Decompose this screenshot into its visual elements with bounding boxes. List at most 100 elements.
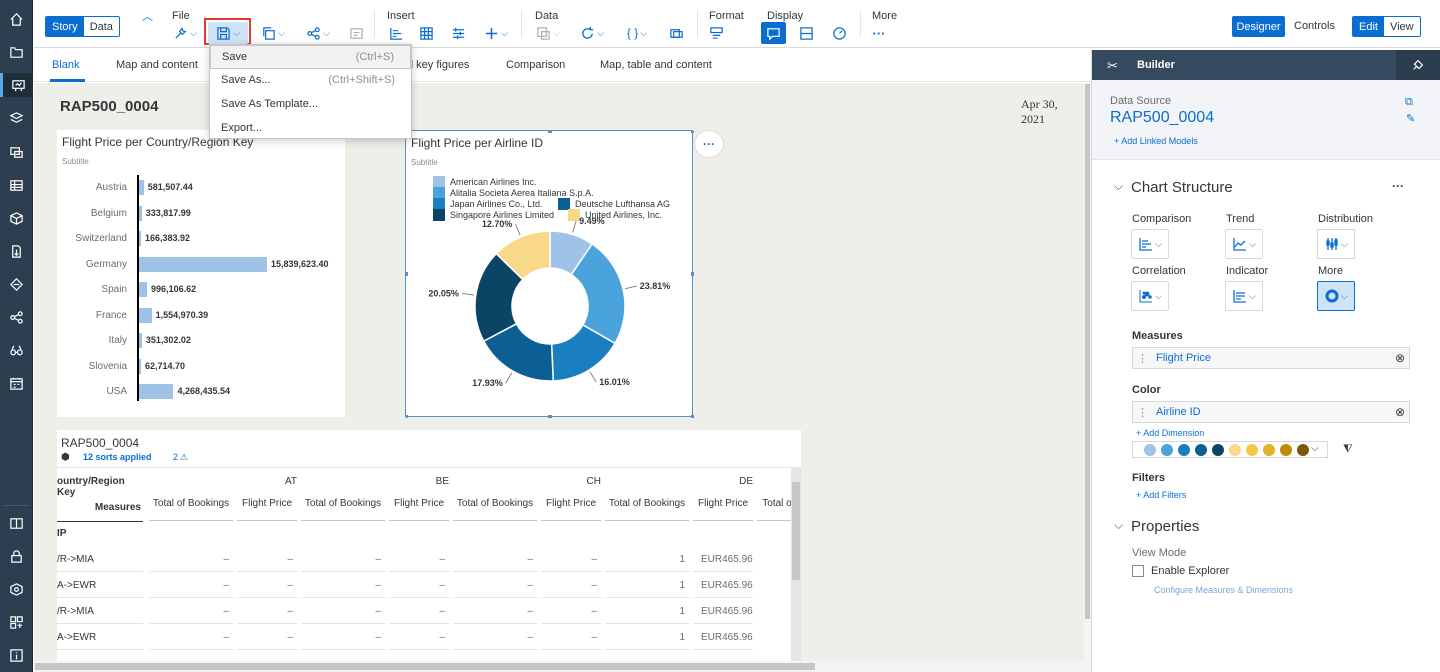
- edit-toggle[interactable]: Edit: [1353, 17, 1384, 36]
- collapse-toolbar-icon[interactable]: ︿: [142, 8, 153, 24]
- warnings-link[interactable]: 2 ⚠: [173, 452, 188, 463]
- table-cell[interactable]: 1: [605, 606, 685, 617]
- distribution-chart-button[interactable]: ⌵: [1317, 229, 1355, 259]
- add-filters-link[interactable]: + Add Filters: [1136, 490, 1186, 500]
- widget-more-icon[interactable]: ···: [694, 130, 724, 158]
- measure-column-header[interactable]: Total of Bookings: [149, 498, 233, 509]
- info-icon[interactable]: [0, 643, 33, 667]
- resize-handle[interactable]: [406, 415, 408, 418]
- drag-handle-icon[interactable]: ⋮: [1137, 352, 1148, 365]
- table-cell[interactable]: –: [149, 580, 229, 591]
- share-button[interactable]: ⌵: [302, 22, 334, 44]
- chevron-down-icon[interactable]: ⌵: [1311, 443, 1319, 454]
- table-cell[interactable]: –: [237, 632, 293, 643]
- bar[interactable]: [139, 282, 148, 297]
- comments-button[interactable]: [761, 22, 786, 44]
- table-cell[interactable]: –: [149, 606, 229, 617]
- performance-button[interactable]: [829, 22, 849, 44]
- more-chart-button[interactable]: ⌵: [1317, 281, 1355, 311]
- learning-icon[interactable]: [0, 511, 33, 535]
- table-cell[interactable]: –: [389, 580, 445, 591]
- table-cell[interactable]: –: [541, 554, 597, 565]
- table-scrollbar-thumb[interactable]: [792, 482, 800, 580]
- publish-button[interactable]: [346, 22, 366, 44]
- bar[interactable]: [139, 358, 141, 374]
- table-cell[interactable]: –: [237, 554, 293, 565]
- canvas-hscroll-thumb[interactable]: [35, 663, 815, 670]
- resize-handle[interactable]: [548, 415, 552, 418]
- measure-token[interactable]: ⋮ Flight Price ⊗: [1132, 347, 1410, 369]
- resize-handle[interactable]: [691, 415, 694, 418]
- measure-column-header[interactable]: Flight Price: [389, 498, 449, 509]
- table-cell[interactable]: –: [149, 632, 229, 643]
- sorts-applied-link[interactable]: 12 sorts applied: [83, 452, 152, 462]
- table-cell[interactable]: –: [237, 606, 293, 617]
- resize-handle[interactable]: [691, 272, 694, 276]
- drag-handle-icon[interactable]: ⋮: [1137, 406, 1148, 419]
- chart-structure-more-icon[interactable]: ···: [1392, 179, 1404, 193]
- data-import-icon[interactable]: [0, 239, 33, 263]
- table-cell[interactable]: –: [237, 580, 293, 591]
- bar[interactable]: [139, 384, 174, 399]
- format-button[interactable]: [706, 22, 726, 44]
- table-cell[interactable]: –: [301, 554, 381, 565]
- table-cell[interactable]: –: [453, 580, 533, 591]
- copy-button[interactable]: ⌵: [256, 22, 290, 44]
- bar[interactable]: [139, 205, 142, 221]
- table-cell[interactable]: EUR465.96: [693, 606, 753, 617]
- table-cell[interactable]: EUR465.96: [693, 632, 753, 643]
- bar-chart-widget[interactable]: Flight Price per Country/Region Key Subt…: [57, 130, 345, 417]
- tab-map-table-content[interactable]: Map, table and content: [600, 59, 712, 71]
- correlation-chart-button[interactable]: ⌵: [1131, 281, 1169, 311]
- trend-chart-button[interactable]: ⌵: [1225, 229, 1263, 259]
- resize-handle[interactable]: [691, 131, 694, 133]
- bar[interactable]: [139, 333, 142, 348]
- bar[interactable]: [139, 231, 141, 246]
- comparison-chart-button[interactable]: ⌵: [1131, 229, 1169, 259]
- color-token[interactable]: ⋮ Airline ID ⊗: [1132, 401, 1410, 423]
- table-cell[interactable]: EUR465.96: [693, 580, 753, 591]
- story-toggle[interactable]: Story: [46, 17, 84, 36]
- deployment-icon[interactable]: [0, 577, 33, 601]
- table-cell[interactable]: –: [301, 606, 381, 617]
- digital-boardroom-icon[interactable]: [0, 140, 33, 164]
- data-toggle[interactable]: Data: [84, 17, 119, 36]
- binoculars-icon[interactable]: [0, 338, 33, 362]
- data-model-button[interactable]: ⌵: [532, 22, 564, 44]
- measure-column-header[interactable]: Total of Bookings: [605, 498, 689, 509]
- linked-analysis-button[interactable]: [666, 22, 686, 44]
- measure-column-header[interactable]: Flight Price: [237, 498, 297, 509]
- resize-handle[interactable]: [548, 131, 552, 133]
- configure-measures-link[interactable]: Configure Measures & Dimensions: [1154, 585, 1293, 595]
- security-icon[interactable]: [0, 544, 33, 568]
- canvas-vscroll-thumb[interactable]: [1085, 84, 1090, 619]
- calendar-icon[interactable]: [0, 371, 33, 395]
- table-cell[interactable]: –: [541, 580, 597, 591]
- tab-map-and-content[interactable]: Map and content: [116, 59, 198, 71]
- refresh-button[interactable]: ⌵: [576, 22, 608, 44]
- table-cell[interactable]: 1: [605, 580, 685, 591]
- remove-measure-icon[interactable]: ⊗: [1395, 351, 1405, 365]
- tools-button[interactable]: ⌵: [170, 22, 200, 44]
- more-icon[interactable]: ···: [870, 22, 888, 44]
- indicator-chart-button[interactable]: ⌵: [1225, 281, 1263, 311]
- analytics-icon[interactable]: [0, 106, 33, 130]
- insert-chart-button[interactable]: [386, 22, 406, 44]
- measure-column-header[interactable]: Total of Bookings: [301, 498, 385, 509]
- edit-icon[interactable]: ✎: [1406, 112, 1415, 125]
- tab-comparison[interactable]: Comparison: [506, 59, 565, 71]
- share-icon[interactable]: [0, 305, 33, 329]
- insert-table-button[interactable]: [416, 22, 436, 44]
- chevron-down-icon[interactable]: ⌵: [1114, 179, 1123, 194]
- enable-explorer-checkbox[interactable]: [1132, 565, 1144, 577]
- measure-column-header[interactable]: Total of Bookings: [453, 498, 537, 509]
- menu-item-save[interactable]: Save (Ctrl+S): [210, 45, 411, 69]
- table-cell[interactable]: –: [301, 580, 381, 591]
- bar[interactable]: [139, 180, 144, 195]
- color-settings-icon[interactable]: ⧨: [1343, 443, 1353, 456]
- save-button[interactable]: ⌵: [208, 22, 248, 44]
- menu-item-export[interactable]: Export...: [210, 116, 411, 140]
- table-cell[interactable]: –: [389, 606, 445, 617]
- table-widget[interactable]: RAP500_0004 ⬢ 12 sorts applied 2 ⚠ ountry…: [57, 430, 801, 661]
- bar[interactable]: [139, 256, 267, 272]
